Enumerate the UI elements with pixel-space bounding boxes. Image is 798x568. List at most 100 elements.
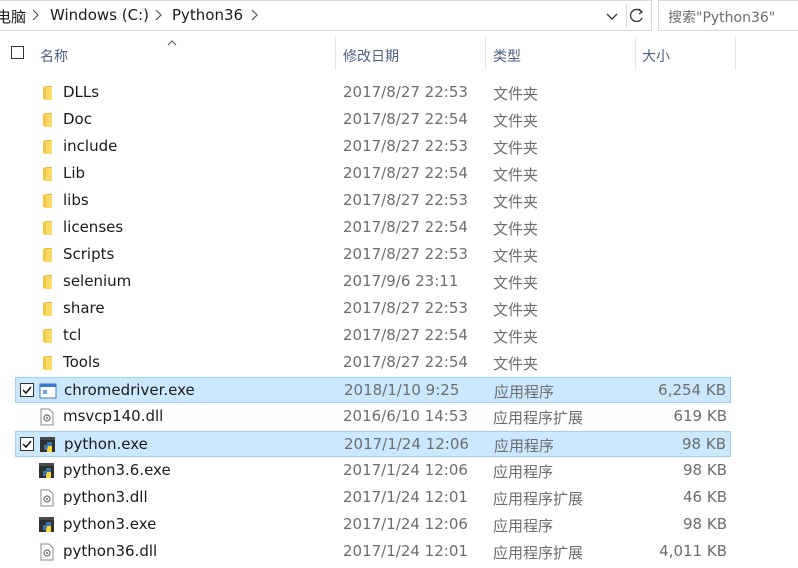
file-row[interactable]: selenium 2017/9/6 23:11 文件夹	[15, 269, 731, 295]
file-row[interactable]: include 2017/8/27 22:53 文件夹	[15, 134, 731, 160]
file-name: python3.6.exe	[63, 461, 171, 479]
sort-ascending-icon	[167, 33, 177, 46]
file-date: 2017/8/27 22:54	[343, 326, 468, 344]
file-type: 应用程序扩展	[493, 409, 584, 427]
breadcrumb-separator-icon[interactable]	[32, 5, 40, 29]
breadcrumb-folder[interactable]: Python36	[172, 6, 243, 24]
file-date: 2016/6/10 14:53	[343, 407, 468, 425]
breadcrumb-separator-icon[interactable]	[155, 5, 163, 29]
file-name: Scripts	[63, 245, 115, 263]
exe-window-icon	[39, 382, 57, 400]
column-size[interactable]: 大小	[642, 46, 670, 66]
file-type: 应用程序	[494, 437, 555, 455]
file-size: 98 KB	[683, 515, 727, 533]
file-row[interactable]: python3.exe 2017/1/24 12:06 应用程序 98 KB	[15, 512, 731, 538]
file-row[interactable]: Lib 2017/8/27 22:54 文件夹	[15, 161, 731, 187]
file-row[interactable]: share 2017/8/27 22:53 文件夹	[15, 296, 731, 322]
file-type: 应用程序扩展	[493, 544, 584, 562]
file-type: 文件夹	[493, 328, 539, 346]
file-size: 46 KB	[683, 488, 727, 506]
file-date: 2017/1/24 12:06	[344, 435, 469, 453]
file-row[interactable]: Tools 2017/8/27 22:54 文件夹	[15, 350, 731, 376]
breadcrumb-drive[interactable]: Windows (C:)	[50, 6, 149, 24]
breadcrumb-this-pc[interactable]: 电脑	[0, 6, 26, 27]
file-date: 2017/9/6 23:11	[343, 272, 459, 290]
file-date: 2017/1/24 12:01	[343, 488, 468, 506]
folder-icon	[38, 84, 56, 102]
file-name: python.exe	[64, 435, 148, 453]
file-type: 应用程序	[493, 463, 554, 481]
breadcrumb-separator-icon[interactable]	[251, 5, 259, 29]
file-date: 2017/8/27 22:54	[343, 218, 468, 236]
refresh-icon[interactable]	[626, 5, 647, 27]
column-divider[interactable]	[635, 37, 636, 70]
file-row[interactable]: tcl 2017/8/27 22:54 文件夹	[15, 323, 731, 349]
column-divider[interactable]	[735, 37, 736, 70]
folder-icon	[38, 165, 56, 183]
file-date: 2017/1/24 12:06	[343, 461, 468, 479]
file-type: 应用程序	[494, 383, 555, 401]
file-size: 619 KB	[673, 407, 727, 425]
file-date: 2017/1/24 12:06	[343, 515, 468, 533]
search-input[interactable]: 搜索"Python36"	[658, 0, 798, 31]
file-size: 98 KB	[682, 435, 726, 453]
file-row[interactable]: python.exe 2017/1/24 12:06 应用程序 98 KB	[15, 431, 731, 457]
file-row[interactable]: DLLs 2017/8/27 22:53 文件夹	[15, 80, 731, 106]
file-row[interactable]: Scripts 2017/8/27 22:53 文件夹	[15, 242, 731, 268]
file-name: msvcp140.dll	[63, 407, 164, 425]
file-date: 2017/8/27 22:54	[343, 353, 468, 371]
file-date: 2017/8/27 22:53	[343, 245, 468, 263]
row-checkbox[interactable]	[20, 383, 34, 397]
file-name: tcl	[63, 326, 82, 344]
file-date: 2017/8/27 22:53	[343, 299, 468, 317]
file-type: 应用程序扩展	[493, 490, 584, 508]
file-row[interactable]: licenses 2017/8/27 22:54 文件夹	[15, 215, 731, 241]
file-type: 文件夹	[493, 139, 539, 157]
address-bar[interactable]: 电脑 Windows (C:) Python36	[0, 0, 652, 31]
python-icon	[38, 462, 56, 480]
file-type: 文件夹	[493, 355, 539, 373]
file-name: share	[63, 299, 105, 317]
file-row[interactable]: python36.dll 2017/1/24 12:01 应用程序扩展 4,011 K…	[15, 539, 731, 565]
file-name: include	[63, 137, 118, 155]
file-row[interactable]: Doc 2017/8/27 22:54 文件夹	[15, 107, 731, 133]
folder-icon	[38, 111, 56, 129]
row-checkbox[interactable]	[20, 437, 34, 451]
python-icon	[38, 516, 56, 534]
file-date: 2017/1/24 12:01	[343, 542, 468, 560]
column-divider[interactable]	[485, 37, 486, 70]
file-date: 2017/8/27 22:53	[343, 191, 468, 209]
file-row[interactable]: python3.6.exe 2017/1/24 12:06 应用程序 98 KB	[15, 458, 731, 484]
dll-icon	[38, 543, 56, 561]
file-type: 文件夹	[493, 85, 539, 103]
column-header: 名称 修改日期 类型 大小	[0, 37, 798, 71]
file-type: 文件夹	[493, 220, 539, 238]
file-row[interactable]: chromedriver.exe 2018/1/10 9:25 应用程序 6,254 …	[15, 377, 731, 403]
column-name[interactable]: 名称	[40, 46, 68, 66]
file-date: 2017/8/27 22:53	[343, 137, 468, 155]
file-type: 文件夹	[493, 112, 539, 130]
file-type: 文件夹	[493, 166, 539, 184]
file-size: 4,011 KB	[659, 542, 727, 560]
dll-icon	[38, 489, 56, 507]
file-name: licenses	[63, 218, 124, 236]
python-icon	[39, 436, 57, 454]
column-type[interactable]: 类型	[493, 46, 521, 66]
dll-icon	[38, 408, 56, 426]
file-row[interactable]: libs 2017/8/27 22:53 文件夹	[15, 188, 731, 214]
column-date[interactable]: 修改日期	[343, 46, 399, 66]
folder-icon	[38, 246, 56, 264]
file-name: python36.dll	[63, 542, 158, 560]
folder-icon	[38, 219, 56, 237]
chevron-down-icon[interactable]	[604, 6, 620, 26]
file-row[interactable]: msvcp140.dll 2016/6/10 14:53 应用程序扩展 619 KB	[15, 404, 731, 430]
file-type: 文件夹	[493, 193, 539, 211]
file-type: 应用程序	[493, 517, 554, 535]
file-name: libs	[63, 191, 89, 209]
column-divider[interactable]	[335, 37, 336, 70]
file-row[interactable]: python3.dll 2017/1/24 12:01 应用程序扩展 46 KB	[15, 485, 731, 511]
file-type: 文件夹	[493, 301, 539, 319]
folder-icon	[38, 273, 56, 291]
select-all-checkbox[interactable]	[11, 46, 24, 59]
search-placeholder: 搜索"Python36"	[668, 10, 776, 26]
